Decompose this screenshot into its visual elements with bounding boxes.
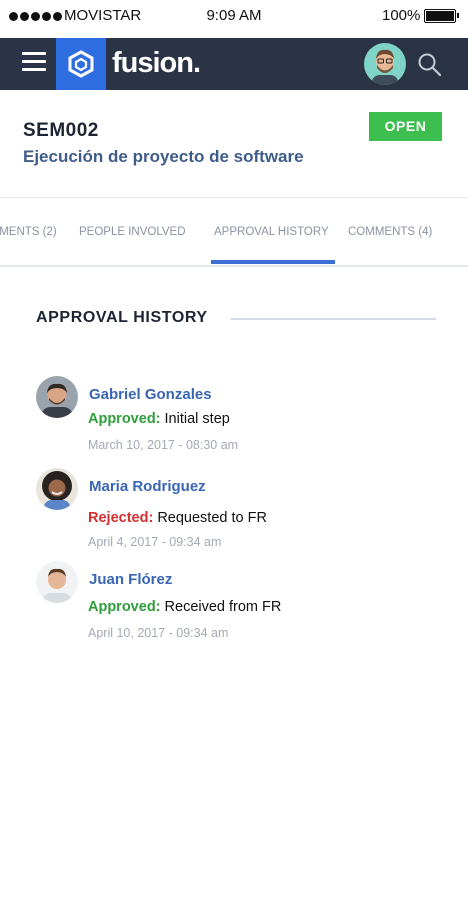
list-item: Juan Flórez Approved: Received from FR A…	[0, 561, 468, 651]
tab-bar: IMENTS (2) PEOPLE INVOLVED APPROVAL HIST…	[0, 198, 468, 268]
status-badge[interactable]: OPEN	[369, 112, 442, 141]
timestamp: April 10, 2017 - 09:34 am	[88, 626, 229, 640]
timestamp: April 4, 2017 - 09:34 am	[88, 535, 222, 549]
status-label: Approved:	[88, 599, 161, 615]
approver-name[interactable]: Maria Rodriguez	[89, 478, 206, 495]
search-icon[interactable]	[417, 52, 443, 83]
app-header: fusion.	[0, 38, 468, 90]
hamburger-menu-icon[interactable]	[22, 52, 46, 74]
record-title: Ejecución de proyecto de software	[23, 147, 304, 166]
avatar[interactable]	[36, 468, 78, 510]
avatar[interactable]	[36, 376, 78, 418]
list-item: Gabriel Gonzales Approved: Initial step …	[0, 376, 468, 466]
tab-comments[interactable]: COMMENTS (4)	[348, 226, 432, 238]
approver-name[interactable]: Gabriel Gonzales	[89, 386, 212, 403]
battery-icon	[424, 9, 459, 23]
tab-people-involved[interactable]: PEOPLE INVOLVED	[79, 226, 186, 238]
status-note: Received from FR	[164, 599, 282, 615]
status-bar: MOVISTAR 9:09 AM 100%	[0, 0, 468, 33]
approver-name[interactable]: Juan Flórez	[89, 571, 172, 588]
approval-status: Approved: Initial step	[88, 411, 230, 427]
record-id: SEM002	[23, 120, 99, 141]
tab-attachments[interactable]: IMENTS (2)	[0, 226, 57, 238]
approval-status: Rejected: Requested to FR	[88, 510, 267, 526]
status-label: Rejected:	[88, 510, 154, 526]
section-title: APPROVAL HISTORY	[36, 309, 208, 326]
section-divider	[231, 318, 436, 320]
status-label: Approved:	[88, 411, 161, 427]
battery-percentage: 100%	[382, 7, 421, 24]
tab-approval-history[interactable]: APPROVAL HISTORY	[214, 226, 329, 238]
status-note: Requested to FR	[157, 510, 267, 526]
timestamp: March 10, 2017 - 08:30 am	[88, 438, 239, 452]
fusion-logo-icon[interactable]	[56, 38, 106, 90]
status-note: Initial step	[164, 411, 230, 427]
avatar[interactable]	[36, 561, 78, 603]
list-item: Maria Rodriguez Rejected: Requested to F…	[0, 468, 468, 558]
approval-status: Approved: Received from FR	[88, 599, 281, 615]
active-tab-indicator	[211, 260, 335, 264]
tab-bar-border	[0, 265, 468, 267]
brand-name: fusion.	[112, 47, 201, 79]
user-avatar[interactable]	[364, 43, 406, 85]
